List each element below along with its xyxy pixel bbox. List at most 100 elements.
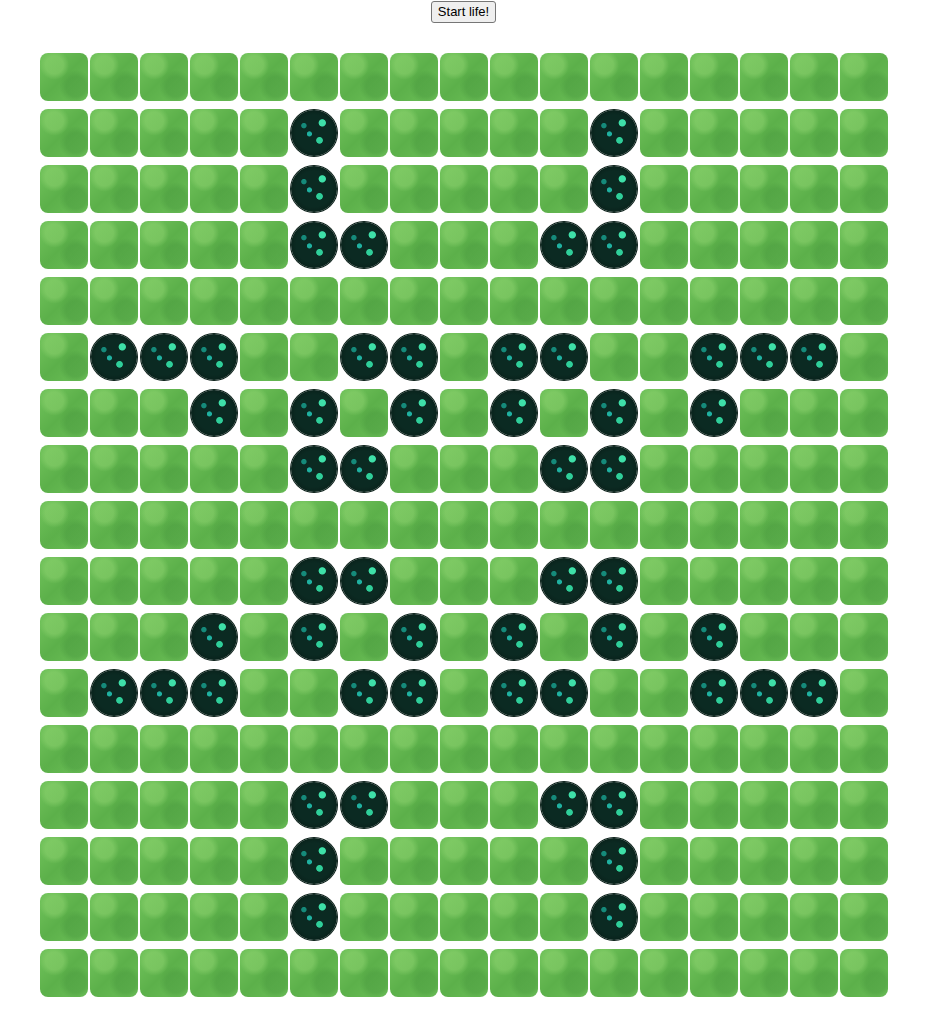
dead-cell[interactable] xyxy=(190,557,238,605)
dead-cell[interactable] xyxy=(240,221,288,269)
dead-cell[interactable] xyxy=(390,557,438,605)
dead-cell[interactable] xyxy=(740,949,788,997)
dead-cell[interactable] xyxy=(440,109,488,157)
live-cell[interactable] xyxy=(390,669,438,717)
dead-cell[interactable] xyxy=(90,165,138,213)
live-cell[interactable] xyxy=(290,109,338,157)
dead-cell[interactable] xyxy=(690,781,738,829)
live-cell[interactable] xyxy=(290,389,338,437)
dead-cell[interactable] xyxy=(190,837,238,885)
dead-cell[interactable] xyxy=(340,837,388,885)
dead-cell[interactable] xyxy=(140,893,188,941)
dead-cell[interactable] xyxy=(240,165,288,213)
dead-cell[interactable] xyxy=(590,725,638,773)
dead-cell[interactable] xyxy=(790,389,838,437)
dead-cell[interactable] xyxy=(490,277,538,325)
dead-cell[interactable] xyxy=(590,501,638,549)
dead-cell[interactable] xyxy=(140,781,188,829)
dead-cell[interactable] xyxy=(40,949,88,997)
dead-cell[interactable] xyxy=(90,893,138,941)
dead-cell[interactable] xyxy=(390,837,438,885)
dead-cell[interactable] xyxy=(140,725,188,773)
dead-cell[interactable] xyxy=(40,557,88,605)
dead-cell[interactable] xyxy=(240,389,288,437)
dead-cell[interactable] xyxy=(40,165,88,213)
dead-cell[interactable] xyxy=(640,837,688,885)
dead-cell[interactable] xyxy=(840,333,888,381)
dead-cell[interactable] xyxy=(740,557,788,605)
dead-cell[interactable] xyxy=(790,893,838,941)
dead-cell[interactable] xyxy=(740,53,788,101)
dead-cell[interactable] xyxy=(640,613,688,661)
live-cell[interactable] xyxy=(290,837,338,885)
dead-cell[interactable] xyxy=(640,893,688,941)
dead-cell[interactable] xyxy=(690,501,738,549)
dead-cell[interactable] xyxy=(240,613,288,661)
dead-cell[interactable] xyxy=(640,333,688,381)
live-cell[interactable] xyxy=(590,165,638,213)
live-cell[interactable] xyxy=(590,837,638,885)
live-cell[interactable] xyxy=(540,333,588,381)
dead-cell[interactable] xyxy=(90,613,138,661)
live-cell[interactable] xyxy=(140,669,188,717)
dead-cell[interactable] xyxy=(840,501,888,549)
dead-cell[interactable] xyxy=(340,165,388,213)
dead-cell[interactable] xyxy=(140,165,188,213)
dead-cell[interactable] xyxy=(240,669,288,717)
dead-cell[interactable] xyxy=(290,949,338,997)
dead-cell[interactable] xyxy=(140,221,188,269)
dead-cell[interactable] xyxy=(840,949,888,997)
dead-cell[interactable] xyxy=(540,389,588,437)
dead-cell[interactable] xyxy=(740,221,788,269)
live-cell[interactable] xyxy=(740,333,788,381)
dead-cell[interactable] xyxy=(40,277,88,325)
dead-cell[interactable] xyxy=(640,389,688,437)
dead-cell[interactable] xyxy=(190,277,238,325)
dead-cell[interactable] xyxy=(90,109,138,157)
dead-cell[interactable] xyxy=(640,277,688,325)
dead-cell[interactable] xyxy=(740,725,788,773)
dead-cell[interactable] xyxy=(340,109,388,157)
dead-cell[interactable] xyxy=(40,389,88,437)
dead-cell[interactable] xyxy=(540,949,588,997)
live-cell[interactable] xyxy=(340,557,388,605)
dead-cell[interactable] xyxy=(640,669,688,717)
dead-cell[interactable] xyxy=(640,445,688,493)
live-cell[interactable] xyxy=(390,333,438,381)
live-cell[interactable] xyxy=(590,893,638,941)
dead-cell[interactable] xyxy=(190,501,238,549)
dead-cell[interactable] xyxy=(340,893,388,941)
dead-cell[interactable] xyxy=(590,333,638,381)
dead-cell[interactable] xyxy=(140,389,188,437)
dead-cell[interactable] xyxy=(440,949,488,997)
dead-cell[interactable] xyxy=(240,277,288,325)
dead-cell[interactable] xyxy=(440,333,488,381)
dead-cell[interactable] xyxy=(490,221,538,269)
dead-cell[interactable] xyxy=(440,445,488,493)
dead-cell[interactable] xyxy=(490,445,538,493)
dead-cell[interactable] xyxy=(540,893,588,941)
live-cell[interactable] xyxy=(340,333,388,381)
dead-cell[interactable] xyxy=(40,669,88,717)
dead-cell[interactable] xyxy=(390,445,438,493)
live-cell[interactable] xyxy=(290,221,338,269)
dead-cell[interactable] xyxy=(390,53,438,101)
dead-cell[interactable] xyxy=(40,109,88,157)
dead-cell[interactable] xyxy=(590,949,638,997)
live-cell[interactable] xyxy=(90,333,138,381)
dead-cell[interactable] xyxy=(390,893,438,941)
dead-cell[interactable] xyxy=(490,53,538,101)
dead-cell[interactable] xyxy=(340,53,388,101)
live-cell[interactable] xyxy=(190,389,238,437)
dead-cell[interactable] xyxy=(840,557,888,605)
live-cell[interactable] xyxy=(290,781,338,829)
dead-cell[interactable] xyxy=(390,781,438,829)
dead-cell[interactable] xyxy=(140,277,188,325)
dead-cell[interactable] xyxy=(690,837,738,885)
dead-cell[interactable] xyxy=(440,389,488,437)
dead-cell[interactable] xyxy=(490,949,538,997)
dead-cell[interactable] xyxy=(840,53,888,101)
dead-cell[interactable] xyxy=(540,501,588,549)
dead-cell[interactable] xyxy=(490,837,538,885)
live-cell[interactable] xyxy=(690,669,738,717)
